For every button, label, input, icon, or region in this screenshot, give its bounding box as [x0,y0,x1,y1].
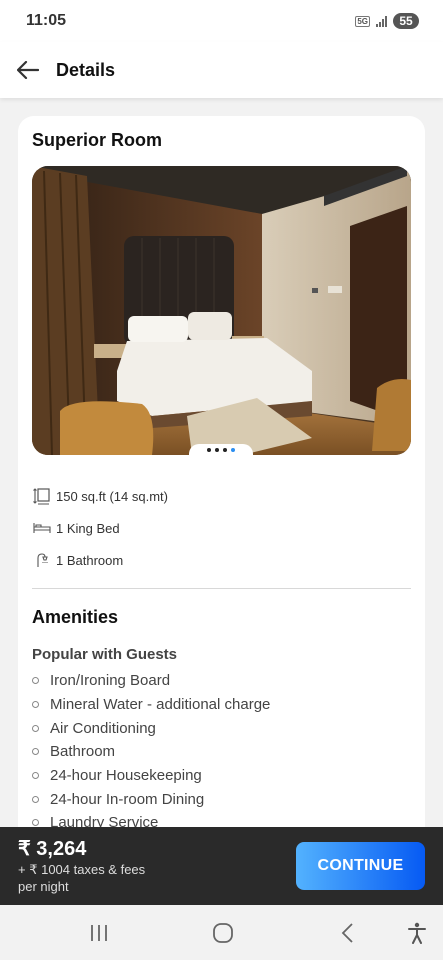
bullet-icon [32,677,39,685]
room-photo [32,166,411,455]
bed-icon [32,519,52,537]
price-block: ₹ 3,264 + ₹ 1004 taxes & fees per night [18,837,145,895]
list-item: Iron/Ironing Board [32,669,411,693]
bullet-icon [32,748,39,756]
shower-icon [32,551,52,569]
room-photo-carousel[interactable] [32,166,411,455]
carousel-dot[interactable] [223,448,227,452]
price: ₹ 3,264 [18,838,87,861]
amenity-label: 24-hour In-room Dining [50,790,205,808]
recent-apps-icon[interactable] [85,919,113,947]
amenity-label: Mineral Water - additional charge [50,696,271,714]
amenity-label: Bathroom [50,743,116,761]
amenities-list: Iron/Ironing Board Mineral Water - addit… [32,669,411,835]
back-icon[interactable] [333,919,361,947]
taxes-fees: + ₹ 1004 taxes & fees [18,862,146,878]
booking-footer: ₹ 3,264 + ₹ 1004 taxes & fees per night … [0,827,443,905]
home-icon[interactable] [209,919,237,947]
continue-button[interactable]: CONTINUE [296,842,425,890]
feature-bed-text: 1 King Bed [56,520,120,536]
status-time: 11:05 [26,12,67,29]
feature-bathroom-text: 1 Bathroom [56,552,124,568]
feature-bathroom: 1 Bathroom [32,544,411,576]
bullet-icon [32,795,39,803]
status-bar: 11:05 5G 55 [0,0,443,42]
network-badge: 5G [355,15,370,27]
area-icon [32,487,52,505]
status-icons: 5G 55 [355,13,419,29]
room-features: 150 sq.ft (14 sq.mt) 1 King Bed 1 Bathro… [32,480,411,576]
room-title: Superior Room [32,130,163,150]
bullet-icon [32,701,39,709]
app-header: Details [0,42,443,98]
page-title: Details [56,59,116,80]
back-arrow-icon[interactable] [16,58,40,82]
battery-indicator: 55 [393,13,419,29]
amenity-label: Air Conditioning [50,719,156,737]
carousel-indicator[interactable] [189,444,253,455]
amenity-label: 24-hour Housekeeping [50,767,202,785]
list-item: Air Conditioning [32,716,411,740]
list-item: Mineral Water - additional charge [32,693,411,717]
amenities-title: Amenities [32,607,119,627]
bullet-icon [32,772,39,780]
list-item: 24-hour In-room Dining [32,787,411,811]
section-divider [32,588,411,589]
accessibility-icon[interactable] [403,919,431,947]
feature-bed: 1 King Bed [32,512,411,544]
bullet-icon [32,819,39,827]
amenity-label: Iron/Ironing Board [50,672,171,690]
price-unit: per night [18,878,69,894]
feature-area: 150 sq.ft (14 sq.mt) [32,480,411,512]
bullet-icon [32,724,39,732]
carousel-dot[interactable] [207,448,211,452]
list-item: 24-hour Housekeeping [32,764,411,788]
room-details-card: Superior Room 150 sq.ft (14 sq.mt) 1 Kin… [18,116,425,876]
carousel-dot-active[interactable] [231,448,235,452]
amenities-subtitle: Popular with Guests [32,646,178,663]
carousel-dot[interactable] [215,448,219,452]
system-nav-bar [0,905,443,960]
signal-icon [376,15,387,27]
list-item: Bathroom [32,740,411,764]
feature-area-text: 150 sq.ft (14 sq.mt) [56,488,168,504]
